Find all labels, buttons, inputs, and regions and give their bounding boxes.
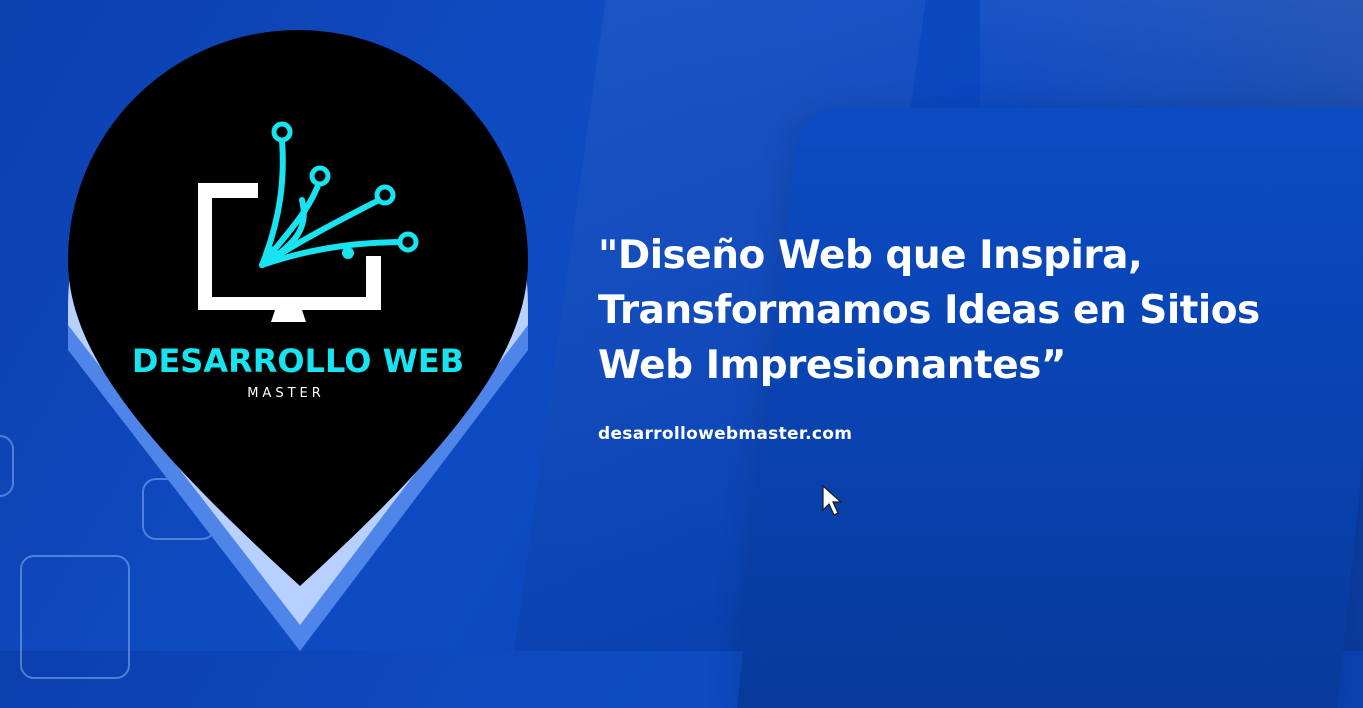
hero-headline: "Diseño Web que Inspira, Transformamos I… [598,228,1338,393]
brand-name: DESARROLLO WEB [132,342,464,380]
background-panel [736,108,1363,708]
mouse-cursor-icon [822,484,843,516]
background-building-top [980,0,1363,110]
website-link[interactable]: desarrollowebmaster.com [598,424,852,444]
brand-subtitle: MASTER [247,386,325,401]
decor-outline-box [0,435,14,497]
headline-line-2: Transformamos Ideas en Sitios [598,288,1260,333]
logo-pin: DESARROLLO WEB MASTER [68,30,528,651]
headline-line-3: Web Impresionantes” [598,343,1066,388]
headline-line-1: "Diseño Web que Inspira, [598,233,1143,278]
